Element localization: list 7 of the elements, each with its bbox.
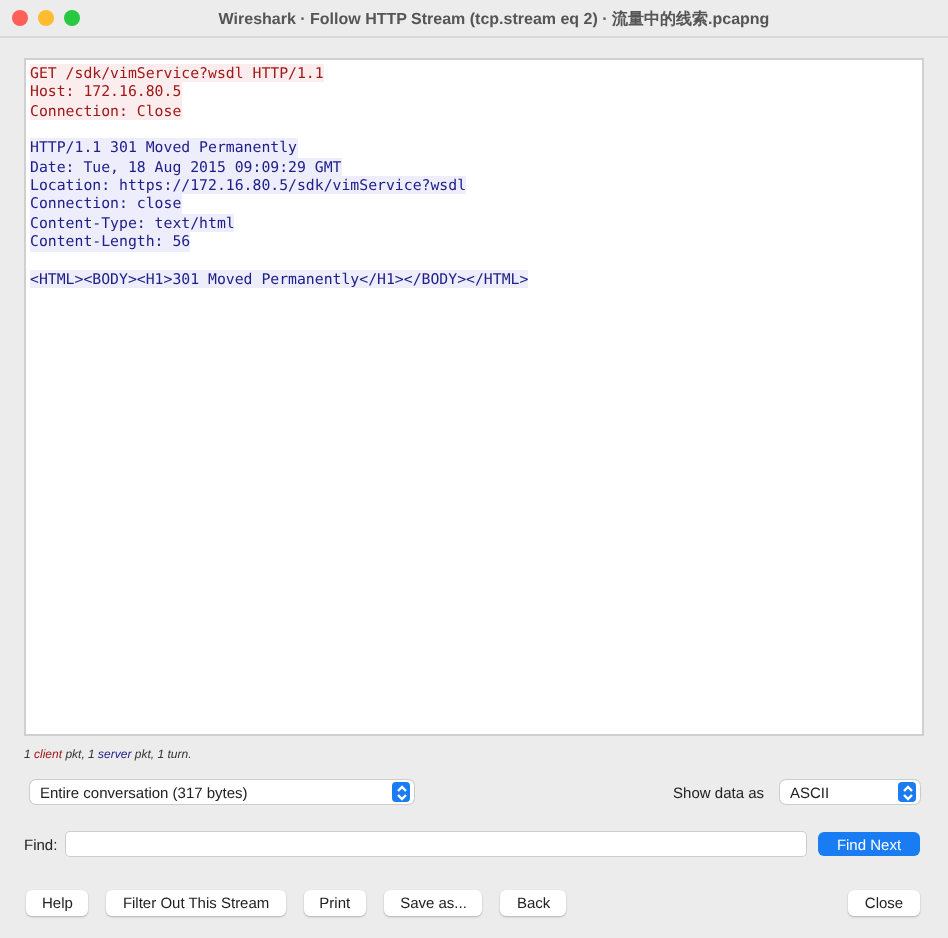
zoom-window-icon[interactable]: [64, 10, 80, 26]
dropdown-arrows-icon: [898, 782, 916, 802]
window-title: Wireshark · Follow HTTP Stream (tcp.stream eq 2) · 流量中的线索.pcapng: [216, 7, 772, 29]
minimize-window-icon[interactable]: [38, 10, 54, 26]
dropdown-arrows-icon: [392, 782, 410, 802]
close-window-icon[interactable]: [12, 10, 28, 26]
find-field[interactable]: [65, 832, 806, 856]
